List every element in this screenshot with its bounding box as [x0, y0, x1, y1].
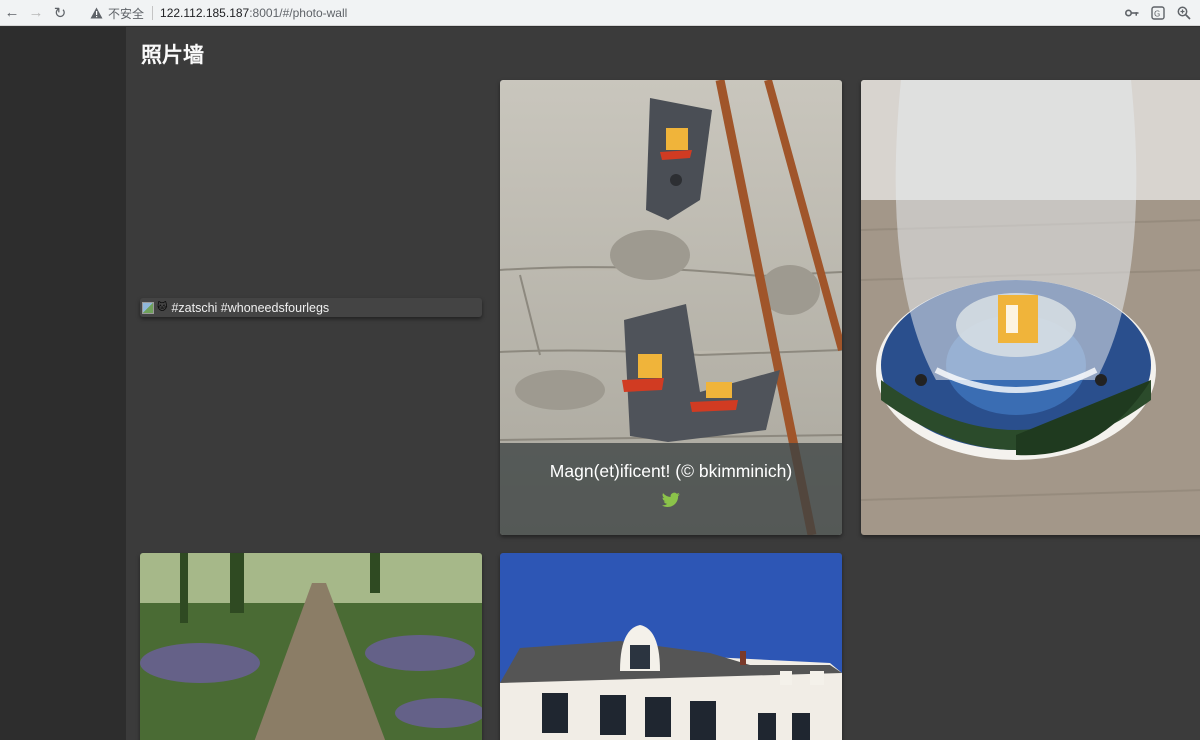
photo-wall: 照片墙 🐱 #zatschi #whoneedsfourlegs Magn(et… [126, 27, 1200, 740]
back-arrow-icon[interactable]: ← [0, 2, 24, 24]
photo-caption: #zatschi #whoneedsfourlegs [171, 300, 330, 315]
photo-overlay: Magn(et)ificent! (© bkimminich) [500, 443, 842, 535]
photo-card-forest[interactable] [140, 553, 482, 740]
forward-arrow-icon[interactable]: → [24, 2, 48, 24]
security-label: 不安全 [108, 6, 145, 21]
key-icon[interactable] [1122, 3, 1142, 23]
svg-text:G: G [1154, 10, 1160, 19]
photo-image [140, 553, 482, 740]
reload-icon[interactable]: ↻ [48, 2, 72, 24]
broken-image-icon [142, 301, 154, 314]
photo-card-broken[interactable]: 🐱 #zatschi #whoneedsfourlegs [140, 298, 482, 317]
photo-card-magnets[interactable]: Magn(et)ificent! (© bkimminich) [500, 80, 842, 535]
cat-emoji-icon: 🐱 [157, 302, 168, 313]
twitter-icon[interactable] [662, 492, 680, 508]
translate-icon[interactable]: G [1148, 3, 1168, 23]
photo-image [861, 80, 1200, 535]
omnibox-divider [152, 6, 154, 20]
photo-caption: Magn(et)ificent! (© bkimminich) [549, 461, 793, 481]
browser-toolbar: ← → ↻ 不安全 122.112.185.187 :8001/#/photo-… [0, 0, 1200, 26]
photo-image [500, 553, 842, 740]
photo-card-coaster[interactable] [861, 80, 1200, 535]
url-path: :8001/#/photo-wall [249, 6, 348, 20]
address-bar[interactable]: 不安全 122.112.185.187 :8001/#/photo-wall [80, 2, 347, 24]
zoom-icon[interactable] [1174, 3, 1194, 23]
page-title: 照片墙 [141, 43, 204, 67]
url-host: 122.112.185.187 [160, 6, 250, 20]
photo-card-building[interactable] [500, 553, 842, 740]
warning-icon [88, 7, 104, 19]
sidebar [0, 27, 126, 740]
